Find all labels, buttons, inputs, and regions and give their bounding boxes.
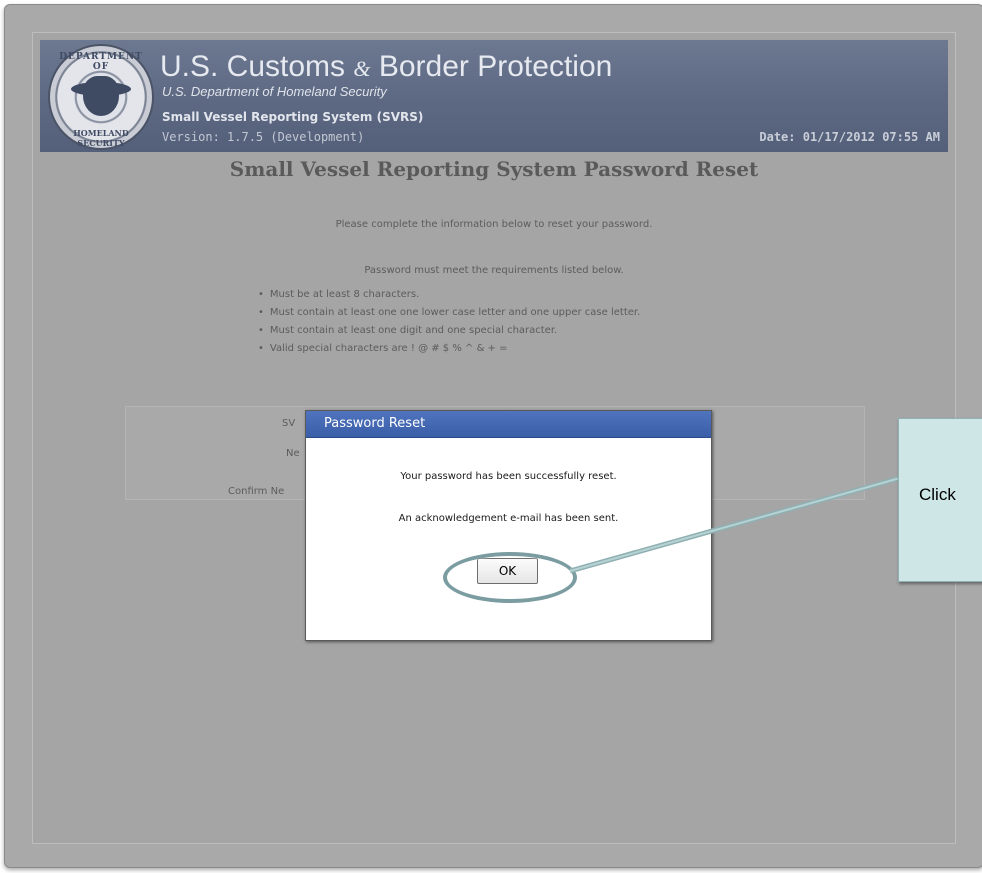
seal-top-text: DEPARTMENT OF — [59, 52, 143, 72]
requirement-item: Must be at least 8 characters. — [258, 286, 640, 304]
agency-title: U.S. Customs & Border Protection — [160, 50, 612, 84]
department-title: U.S. Department of Homeland Security — [162, 84, 387, 99]
dhs-seal-logo: DEPARTMENT OF HOMELAND SECURITY — [48, 44, 154, 150]
agency-title-amp: & — [353, 56, 371, 81]
system-name: Small Vessel Reporting System (SVRS) — [162, 110, 424, 124]
agency-title-part2: Border Protection — [378, 50, 613, 83]
requirement-item: Valid special characters are ! @ # $ % ^… — [258, 340, 640, 358]
agency-title-part1: U.S. Customs — [160, 50, 346, 83]
page-title: Small Vessel Reporting System Password R… — [229, 157, 759, 181]
new-password-label: Ne — [286, 448, 300, 459]
instruction-callout: Click — [898, 418, 982, 582]
callout-text: Click — [919, 485, 956, 504]
dialog-title: Password Reset — [324, 416, 426, 431]
eagle-icon — [71, 76, 131, 116]
intro-text: Please complete the information below to… — [335, 219, 653, 230]
version-label: Version: 1.7.5 (Development) — [162, 130, 365, 144]
svrs-id-label: SV — [282, 418, 296, 429]
confirm-password-label: Confirm Ne — [228, 486, 285, 497]
dialog-titlebar: Password Reset — [306, 411, 711, 438]
seal-bottom-text: HOMELAND SECURITY — [73, 128, 129, 148]
requirement-item: Must contain at least one one lower case… — [258, 304, 640, 322]
date-label: Date: 01/17/2012 07:55 AM — [759, 130, 940, 144]
requirements-intro: Password must meet the requirements list… — [364, 265, 624, 276]
ok-button[interactable]: OK — [477, 558, 538, 584]
requirement-item: Must contain at least one digit and one … — [258, 322, 640, 340]
success-message: Your password has been successfully rese… — [400, 471, 617, 482]
requirements-list: Must be at least 8 characters. Must cont… — [258, 286, 640, 358]
email-sent-message: An acknowledgement e-mail has been sent. — [398, 513, 619, 524]
password-reset-dialog: Password Reset Your password has been su… — [305, 410, 712, 641]
